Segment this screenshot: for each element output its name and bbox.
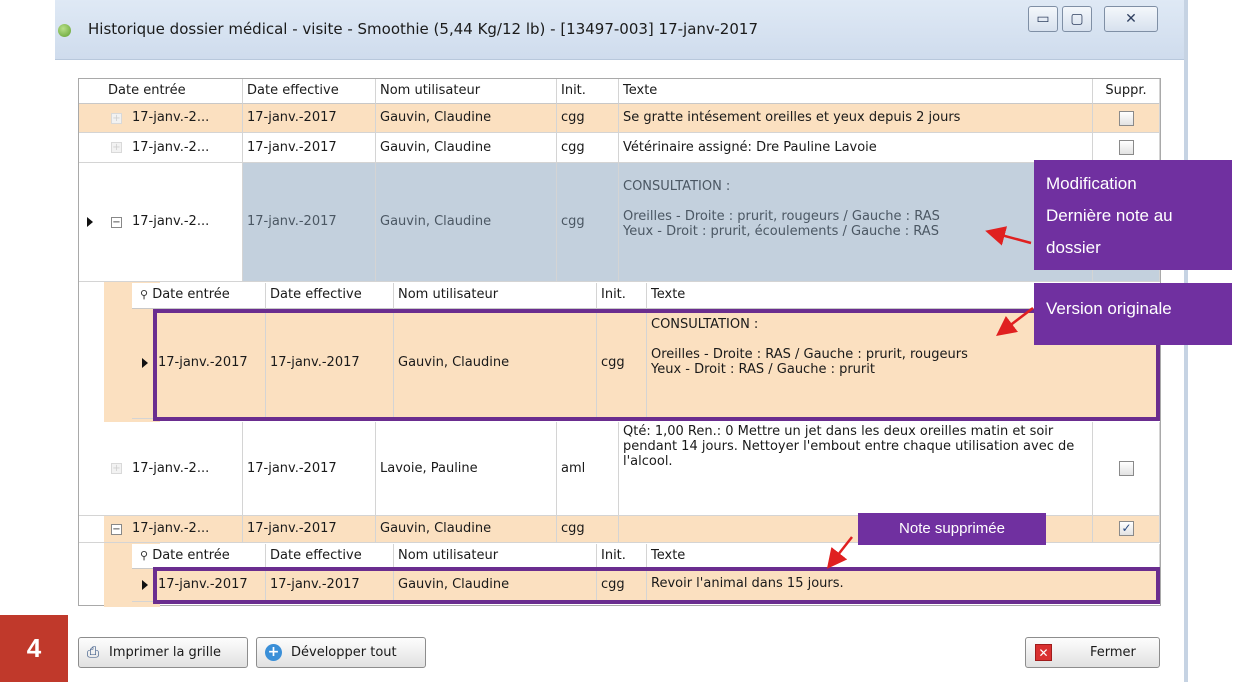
- print-grid-button[interactable]: ⎙ Imprimer la grille: [78, 637, 248, 668]
- printer-icon: ⎙: [87, 643, 100, 661]
- expand-all-button[interactable]: + Développer tout: [256, 637, 426, 668]
- arrow-modification: [985, 226, 1032, 246]
- expand-label: Développer tout: [291, 645, 397, 660]
- arrow-original: [996, 307, 1034, 337]
- arrow-deleted: [826, 536, 853, 569]
- step-badge: 4: [0, 615, 68, 682]
- close-button[interactable]: ✕ Fermer: [1025, 637, 1160, 668]
- close-label: Fermer: [1090, 645, 1136, 660]
- close-icon: ✕: [1035, 644, 1052, 661]
- print-label: Imprimer la grille: [109, 645, 221, 660]
- annotation-arrows: [826, 226, 1034, 569]
- plus-circle-icon: +: [265, 644, 282, 661]
